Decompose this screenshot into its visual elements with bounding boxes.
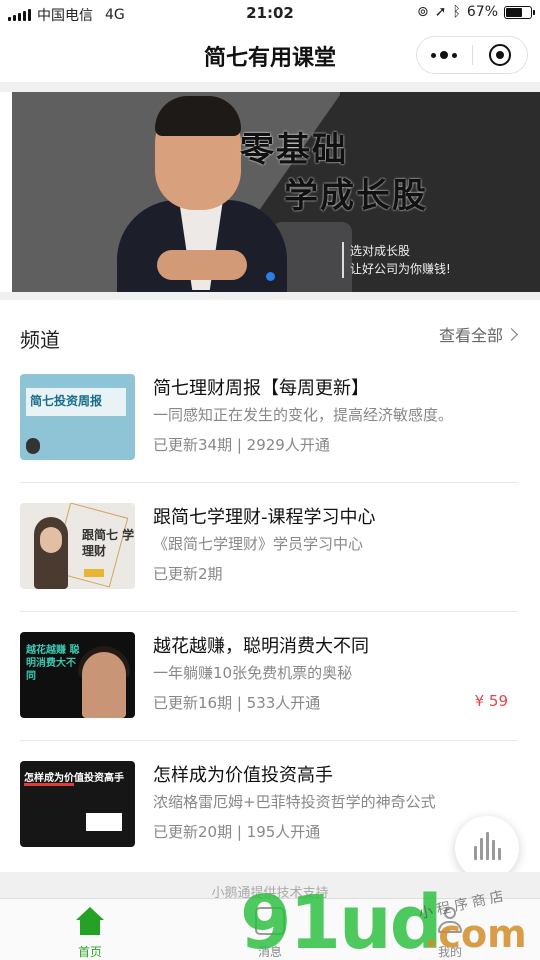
banner-subtitle-line1: 选对成长股 bbox=[350, 244, 411, 258]
watermark: 91ud bbox=[240, 880, 443, 960]
thumbnail-text: 跟简七 学理财 bbox=[82, 528, 135, 558]
target-icon bbox=[488, 44, 511, 66]
tab-home[interactable]: 首页 bbox=[0, 899, 180, 960]
item-desc: 浓缩格雷厄姆+巴菲特投资哲学的神奇公式 bbox=[153, 793, 436, 811]
miniprogram-capsule bbox=[416, 36, 528, 74]
banner[interactable]: 零基础 学成长股 选对成长股 让好公司为你赚钱! bbox=[12, 92, 540, 292]
logo bbox=[86, 813, 122, 831]
close-button[interactable] bbox=[473, 37, 528, 73]
list-item[interactable]: 跟简七 学理财 跟简七学理财-课程学习中心 《跟简七学理财》学员学习中心 已更新… bbox=[0, 483, 540, 611]
thumbnail-text: 怎样成为价值投资高手 bbox=[24, 773, 124, 784]
see-all-link[interactable]: 查看全部 bbox=[438, 322, 518, 346]
item-meta: 已更新2期 bbox=[153, 565, 223, 583]
list-item[interactable]: 简七投资周报 简七理财周报【每周更新】 一同感知正在发生的变化，提高经济敏感度。… bbox=[0, 354, 540, 482]
tab-label: 首页 bbox=[77, 945, 102, 959]
item-title: 越花越赚，聪明消费大不同 bbox=[153, 636, 369, 657]
item-title: 怎样成为价值投资高手 bbox=[153, 765, 333, 786]
section-title: 频道 bbox=[20, 328, 60, 352]
more-dots-icon bbox=[431, 51, 458, 59]
audio-float-button[interactable] bbox=[455, 816, 519, 880]
item-title: 跟简七学理财-课程学习中心 bbox=[153, 507, 376, 528]
price-tag: ¥ 59 bbox=[474, 692, 508, 710]
status-right: ⊚ ➚ ᛒ 67% bbox=[417, 4, 535, 20]
location-icon: ➚ bbox=[434, 4, 447, 20]
gap bbox=[0, 82, 540, 92]
battery-percent: 67% bbox=[466, 4, 498, 20]
thumbnail-text: 简七投资周报 bbox=[30, 394, 103, 408]
item-title: 简七理财周报【每周更新】 bbox=[153, 378, 369, 399]
item-desc: 《跟简七学理财》学员学习中心 bbox=[153, 535, 364, 553]
battery-fill bbox=[506, 7, 523, 17]
course-thumbnail: 简七投资周报 bbox=[20, 374, 135, 460]
item-meta: 已更新16期 | 533人开通 bbox=[153, 694, 321, 712]
lock-rotation-icon: ⊚ bbox=[417, 4, 429, 20]
home-icon bbox=[75, 907, 105, 935]
thumbnail-text: 越花越赚 聪明消费大不同 bbox=[26, 645, 80, 682]
item-desc: 一年躺赚10张免费机票的奥秘 bbox=[153, 664, 353, 682]
banner-subtitle: 选对成长股 让好公司为你赚钱! bbox=[342, 242, 451, 278]
nav-bar: 简七有用课堂 bbox=[0, 28, 540, 82]
status-bar: 中国电信 4G 21:02 ⊚ ➚ ᛒ 67% bbox=[0, 0, 540, 28]
carousel-indicator[interactable] bbox=[266, 272, 275, 281]
item-meta: 已更新20期 | 195人开通 bbox=[153, 823, 321, 841]
battery-icon bbox=[504, 5, 535, 19]
banner-subtitle-line2: 让好公司为你赚钱! bbox=[350, 262, 451, 276]
banner-title-line2: 学成长股 bbox=[284, 176, 428, 216]
bluetooth-icon: ᛒ bbox=[452, 4, 461, 20]
course-thumbnail: 跟简七 学理财 bbox=[20, 503, 135, 589]
course-thumbnail: 越花越赚 聪明消费大不同 bbox=[20, 632, 135, 718]
item-meta: 已更新34期 | 2929人开通 bbox=[153, 436, 330, 454]
item-desc: 一同感知正在发生的变化，提高经济敏感度。 bbox=[153, 406, 454, 424]
see-all-label: 查看全部 bbox=[438, 326, 503, 345]
gap bbox=[0, 292, 540, 300]
chevron-right-icon bbox=[505, 327, 518, 341]
banner-title-line1: 零基础 bbox=[240, 130, 348, 170]
more-button[interactable] bbox=[417, 37, 472, 73]
list-item[interactable]: 越花越赚 聪明消费大不同 越花越赚，聪明消费大不同 一年躺赚10张免费机票的奥秘… bbox=[0, 612, 540, 740]
course-thumbnail: 怎样成为价值投资高手 bbox=[20, 761, 135, 847]
